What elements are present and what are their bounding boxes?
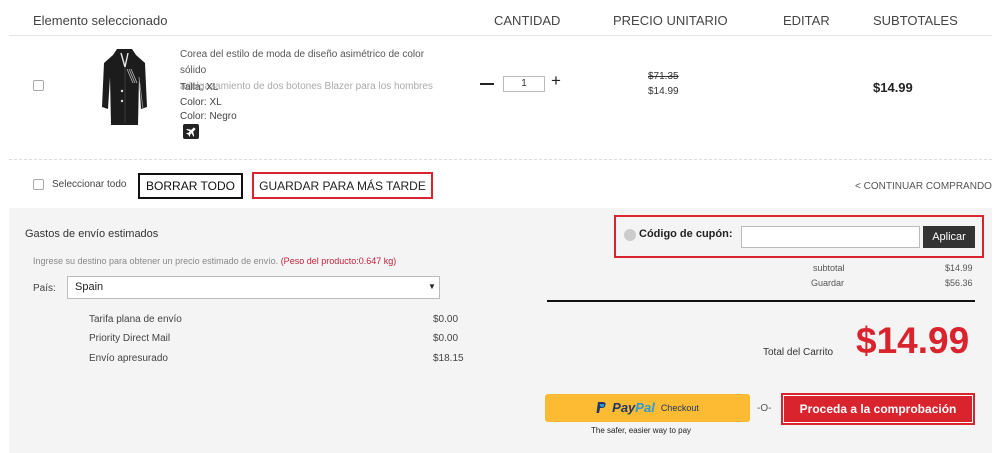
header-selected-item: Elemento seleccionado <box>33 13 168 28</box>
proceed-to-checkout-button[interactable]: Proceda a la comprobación <box>781 393 975 425</box>
item-size: Talla: XL <box>180 82 219 93</box>
country-label: País: <box>33 283 56 294</box>
summary-save-value: $56.36 <box>945 278 973 288</box>
paypal-checkout-label: Checkout <box>660 403 699 413</box>
shipping-hint-text: Ingrese su destino para obtener un preci… <box>33 256 279 266</box>
select-all-checkbox[interactable] <box>33 179 44 190</box>
paypal-checkout-button[interactable]: PayPal Checkout <box>545 394 750 422</box>
item-color-1: Color: XL <box>180 97 222 108</box>
summary-divider <box>547 300 975 302</box>
dropdown-arrow-icon: ▼ <box>428 282 436 291</box>
shipping-option-price: $0.00 <box>433 314 459 325</box>
help-icon[interactable] <box>624 229 636 241</box>
shipping-estimate-title: Gastos de envío estimados <box>25 228 159 240</box>
quantity-increase-button[interactable]: + <box>551 72 561 89</box>
header-edit: EDITAR <box>783 13 830 28</box>
item-checkbox[interactable] <box>33 80 44 91</box>
or-separator: -O- <box>757 403 772 414</box>
black-blazer-image[interactable] <box>101 47 148 131</box>
item-title-line-2: adelgazamiento de dos botones Blazer par… <box>180 81 433 92</box>
header-subtotals: SUBTOTALES <box>873 13 958 28</box>
coupon-label: Código de cupón: <box>639 228 733 240</box>
summary-subtotal-value: $14.99 <box>945 263 973 273</box>
shipping-option-price: $0.00 <box>433 333 459 344</box>
paypal-wordmark-pal: Pal <box>635 400 655 415</box>
select-all-label[interactable]: Seleccionar todo <box>52 179 127 190</box>
header-divider <box>9 35 992 36</box>
shipping-option-name: Priority Direct Mail <box>89 333 171 344</box>
item-original-price: $71.35 <box>648 71 679 82</box>
shipping-option-name: Tarifa plana de envío <box>89 314 182 325</box>
item-title[interactable]: Corea del estilo de moda de diseño asimé… <box>180 47 450 95</box>
quantity-input[interactable]: 1 <box>503 76 545 92</box>
quantity-decrease-button[interactable] <box>480 83 494 85</box>
header-quantity: CANTIDAD <box>494 13 561 28</box>
cart-total-value: $14.99 <box>856 320 970 361</box>
coupon-input[interactable] <box>741 226 920 248</box>
country-select[interactable]: Spain <box>67 276 440 299</box>
item-unit-price: $14.99 <box>648 86 679 97</box>
delete-all-button[interactable]: BORRAR TODO <box>138 173 243 199</box>
header-unit-price: PRECIO UNITARIO <box>613 13 728 28</box>
paypal-wordmark-pay: Pay <box>612 400 636 415</box>
shipping-option-price: $18.15 <box>433 353 464 364</box>
apply-coupon-button[interactable]: Aplicar <box>923 226 975 248</box>
paypal-tagline: The safer, easier way to pay <box>591 426 692 435</box>
product-weight-note: (Peso del producto:0.647 kg) <box>280 256 397 266</box>
item-title-line-1: Corea del estilo de moda de diseño asimé… <box>180 49 425 76</box>
summary-subtotal-label: subtotal <box>813 263 845 273</box>
save-for-later-button[interactable]: GUARDAR PARA MÁS TARDE <box>252 172 433 199</box>
cart-total-label: Total del Carrito <box>763 347 834 358</box>
shipping-option-name: Envío apresurado <box>89 353 168 364</box>
row-divider <box>9 159 992 160</box>
paypal-logo-icon <box>596 402 606 413</box>
item-subtotal: $14.99 <box>873 80 913 95</box>
summary-save-label: Guardar <box>811 278 845 288</box>
continue-shopping-link[interactable]: < CONTINUAR COMPRANDO <box>855 181 992 192</box>
shipping-hint: Ingrese su destino para obtener un preci… <box>33 256 396 266</box>
airplane-icon <box>183 124 199 139</box>
item-color-2: Color: Negro <box>180 111 237 122</box>
